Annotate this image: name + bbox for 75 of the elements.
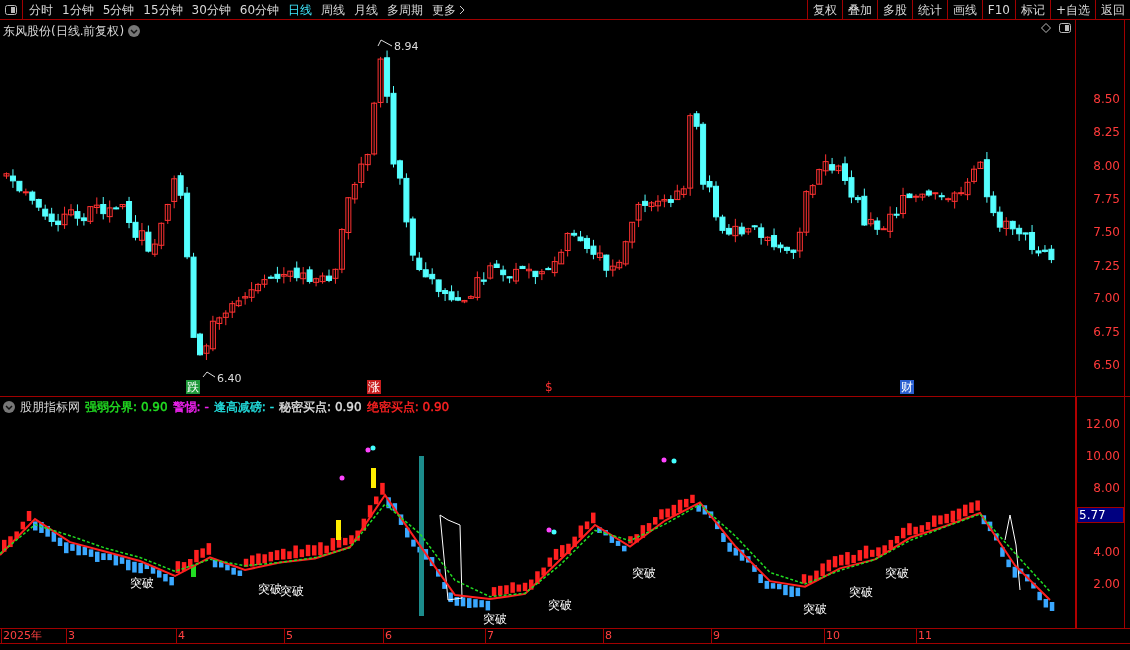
indicator-value: 逢高减磅: - — [213, 399, 275, 416]
high-price-marker — [377, 39, 393, 47]
breakout-label: 突破 — [632, 566, 656, 580]
date-axis-label: 5 — [284, 629, 293, 643]
date-axis-label: 7 — [485, 629, 494, 643]
period-tab[interactable]: 日线 — [288, 0, 313, 19]
date-axis-label: 4 — [176, 629, 185, 643]
indicator-axis-label: 10.00 — [1085, 449, 1120, 463]
signal-marker: 跌 — [186, 380, 200, 394]
indicator-value: 绝密买点: 0.90 — [366, 399, 450, 416]
period-tab[interactable]: 月线 — [354, 0, 379, 19]
indicator-name: 股朋指标网 — [20, 399, 80, 416]
toolbar-button[interactable]: F10 — [981, 0, 1015, 19]
signal-marker: 涨 — [367, 380, 381, 394]
date-axis-label: 8 — [603, 629, 612, 643]
indicator-axis-label: 2.00 — [1093, 577, 1120, 591]
breakout-label: 突破 — [849, 585, 873, 599]
indicator-axis-label: 8.00 — [1093, 481, 1120, 495]
toolbar-button[interactable]: 多股 — [876, 0, 912, 19]
diamond-icon[interactable] — [1041, 23, 1051, 33]
toolbar-button[interactable]: 复权 — [806, 0, 842, 19]
panel-toggle-icon[interactable] — [5, 4, 17, 15]
toolbar-button[interactable]: +自选 — [1049, 0, 1095, 19]
indicator-axis-label: 12.00 — [1085, 417, 1120, 432]
breakout-label: 突破 — [548, 598, 572, 612]
price-axis-label: 6.75 — [1093, 325, 1120, 339]
period-tab[interactable]: 多周期 — [387, 0, 424, 19]
signal-marker: $ — [544, 380, 554, 394]
period-tab[interactable]: 1分钟 — [62, 0, 94, 19]
high-price-label: 8.94 — [394, 40, 419, 53]
low-price-marker — [202, 371, 216, 378]
period-tab[interactable]: 周线 — [321, 0, 346, 19]
dropdown-icon[interactable] — [128, 25, 141, 37]
toolbar-button[interactable]: 叠加 — [841, 0, 877, 19]
breakout-label: 突破 — [885, 566, 909, 580]
period-tab[interactable]: 30分钟 — [191, 0, 231, 19]
indicator-value: 强弱分界: 0.90 — [85, 399, 168, 416]
price-axis-label: 7.50 — [1093, 225, 1120, 239]
period-tab[interactable]: 更多 — [432, 0, 466, 19]
date-axis-label: 11 — [916, 629, 932, 643]
price-axis-label: 7.75 — [1093, 192, 1120, 206]
breakout-label: 突破 — [130, 576, 154, 590]
price-axis-label: 7.25 — [1093, 259, 1120, 273]
dropdown-icon[interactable] — [3, 401, 15, 413]
low-price-label: 6.40 — [217, 372, 242, 385]
chart-title: 东风股份(日线.前复权) — [3, 23, 125, 40]
date-axis-label: 2025年 — [1, 629, 42, 643]
price-axis-label: 6.50 — [1093, 358, 1120, 372]
breakout-label: 突破 — [483, 612, 507, 626]
breakout-label: 突破 — [258, 582, 282, 596]
signal-marker: 财 — [900, 380, 914, 394]
price-axis-label: 8.50 — [1093, 92, 1120, 106]
price-axis-label: 8.25 — [1093, 125, 1120, 139]
price-axis-label: 8.00 — [1093, 159, 1120, 173]
indicator-value: 警惕: - — [172, 399, 209, 416]
date-axis-label: 6 — [383, 629, 392, 643]
period-tab[interactable]: 60分钟 — [239, 0, 280, 19]
toolbar-button[interactable]: 返回 — [1095, 0, 1130, 19]
toolbar-button[interactable]: 标记 — [1014, 0, 1050, 19]
indicator-value: 秘密买点: 0.90 — [279, 399, 362, 416]
date-axis-label: 3 — [66, 629, 75, 643]
date-axis-label: 10 — [824, 629, 840, 643]
toolbar-button[interactable]: 统计 — [911, 0, 947, 19]
indicator-axis-label: 4.00 — [1093, 545, 1120, 559]
breakout-label: 突破 — [280, 584, 304, 598]
toolbar-button[interactable]: 画线 — [946, 0, 982, 19]
panel-toggle-icon[interactable] — [1059, 23, 1071, 33]
current-value-label: 5.77 — [1077, 507, 1124, 523]
chevron-right-icon — [459, 4, 466, 15]
price-axis-label: 7.00 — [1093, 291, 1120, 305]
date-axis-label: 9 — [711, 629, 720, 643]
period-tab[interactable]: 分时 — [29, 0, 53, 19]
period-tab[interactable]: 5分钟 — [102, 0, 135, 19]
period-tab[interactable]: 15分钟 — [143, 0, 183, 19]
breakout-label: 突破 — [803, 602, 827, 616]
